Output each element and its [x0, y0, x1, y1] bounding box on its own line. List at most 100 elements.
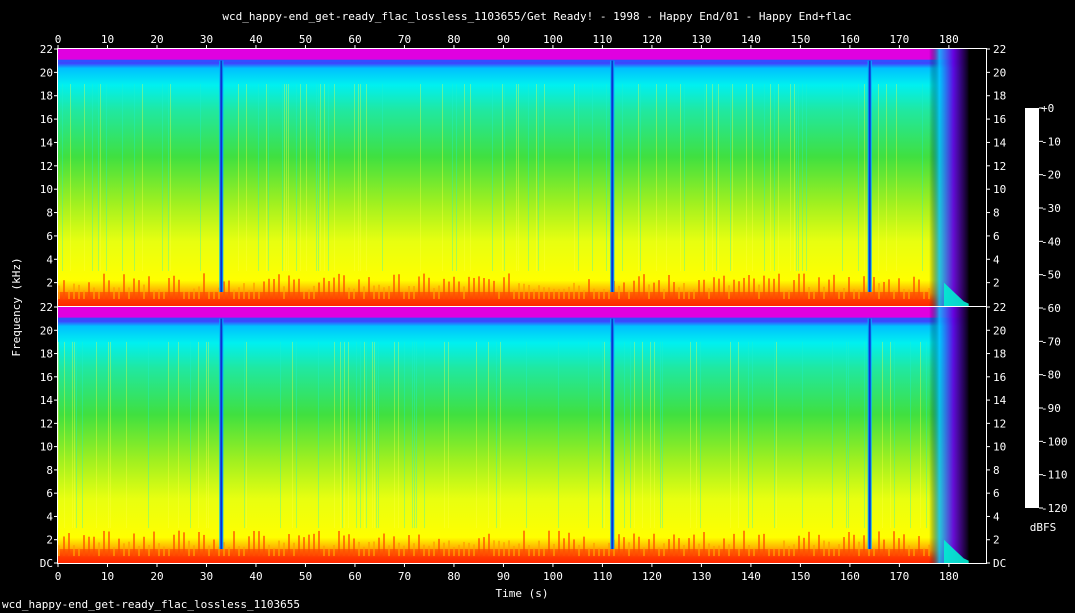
low-freq-spike — [168, 278, 170, 299]
texture-streak — [526, 341, 527, 529]
low-freq-spike — [488, 533, 490, 557]
texture-streak — [320, 84, 321, 271]
low-freq-spike — [523, 530, 525, 557]
low-freq-spike — [78, 284, 80, 299]
low-freq-spike — [103, 273, 105, 299]
texture-streak — [70, 84, 71, 271]
low-freq-spike — [168, 548, 170, 557]
low-freq-spike — [843, 288, 845, 299]
low-freq-spike — [653, 282, 655, 299]
low-freq-spike — [878, 283, 880, 299]
texture-streak — [896, 84, 897, 271]
texture-streak — [802, 84, 803, 271]
texture-streak — [488, 341, 489, 529]
x-tick-label-bottom: 20 — [150, 570, 163, 583]
texture-streak — [806, 84, 807, 271]
low-freq-spike — [903, 534, 905, 557]
low-freq-spike — [198, 286, 200, 299]
texture-streak — [340, 341, 341, 529]
y-tick-label-left: 12 — [40, 160, 53, 173]
colorbar-tick-label: +0 — [1041, 102, 1054, 115]
low-freq-spike — [128, 541, 130, 557]
low-freq-spike — [898, 278, 900, 299]
low-freq-spike — [228, 280, 230, 299]
low-freq-spike — [143, 284, 145, 299]
low-freq-spike — [543, 548, 545, 557]
low-freq-spike — [898, 538, 900, 557]
low-freq-spike — [98, 542, 100, 557]
low-freq-spike — [148, 544, 150, 557]
low-freq-spike — [703, 279, 705, 299]
texture-streak — [656, 84, 657, 271]
low-freq-spike — [568, 286, 570, 299]
low-freq-spike — [793, 280, 795, 299]
y-tick-label-left: 14 — [40, 136, 54, 149]
y-tick-label-right: 16 — [993, 113, 1006, 126]
low-freq-spike — [563, 538, 565, 557]
low-freq-spike — [258, 291, 260, 299]
texture-streak — [650, 341, 651, 529]
low-freq-spike — [378, 537, 380, 557]
x-tick-label-top: 120 — [642, 33, 662, 46]
low-freq-spike — [733, 533, 735, 557]
x-tick-label-top: 20 — [150, 33, 163, 46]
low-freq-spike — [823, 540, 825, 557]
low-freq-spike — [333, 544, 335, 557]
dip-core — [220, 60, 223, 292]
y-tick-label-left: 4 — [46, 253, 53, 266]
x-tick-label-top: 130 — [691, 33, 711, 46]
texture-streak — [500, 341, 501, 529]
low-freq-spike — [843, 537, 845, 557]
low-freq-spike — [893, 290, 895, 299]
low-freq-spike — [188, 540, 190, 557]
texture-streak — [444, 341, 445, 529]
x-tick-label-top: 140 — [741, 33, 761, 46]
low-freq-spike — [923, 547, 925, 557]
texture-streak — [246, 341, 247, 529]
low-freq-spike — [493, 280, 495, 299]
low-freq-spike — [793, 544, 795, 557]
low-freq-spike — [678, 287, 680, 299]
low-freq-spike — [178, 279, 180, 299]
low-freq-spike — [508, 540, 510, 557]
low-freq-spike — [553, 288, 555, 299]
low-freq-spike — [768, 278, 770, 299]
low-freq-spike — [458, 281, 460, 299]
low-freq-spike — [448, 540, 450, 557]
texture-streak — [420, 84, 421, 271]
texture-streak — [622, 84, 623, 271]
texture-streak — [106, 84, 107, 271]
low-freq-spike — [593, 542, 595, 557]
low-freq-spike — [743, 277, 745, 299]
texture-streak — [448, 341, 449, 529]
texture-streak — [318, 341, 319, 529]
low-freq-spike — [308, 289, 310, 299]
low-freq-spike — [638, 536, 640, 557]
colorbar-tick-label: -110 — [1041, 469, 1068, 482]
low-freq-spike — [393, 536, 395, 557]
low-freq-spike — [478, 276, 480, 299]
y-tick-label-right: 6 — [993, 487, 1000, 500]
low-freq-spike — [903, 288, 905, 299]
y-tick-label-right: 22 — [993, 43, 1006, 56]
texture-streak — [64, 341, 65, 529]
y-tick-label-left: 12 — [40, 417, 53, 430]
low-freq-spike — [748, 544, 750, 557]
low-freq-spike — [578, 285, 580, 299]
colorbar-tick-label: -90 — [1041, 402, 1061, 415]
texture-streak — [878, 84, 879, 271]
low-freq-spike — [63, 536, 65, 557]
low-freq-spike — [323, 545, 325, 557]
low-freq-spike — [578, 544, 580, 557]
texture-streak — [588, 341, 589, 529]
low-freq-spike — [753, 278, 755, 299]
x-tick-label-bottom: 50 — [299, 570, 312, 583]
texture-streak — [802, 341, 803, 529]
texture-streak — [258, 84, 259, 271]
low-freq-spike — [153, 531, 155, 557]
low-freq-spike — [208, 545, 210, 557]
texture-streak — [666, 84, 667, 271]
low-freq-spike — [158, 289, 160, 299]
y-tick-label-right: 10 — [993, 441, 1006, 454]
low-freq-spike — [528, 284, 530, 299]
